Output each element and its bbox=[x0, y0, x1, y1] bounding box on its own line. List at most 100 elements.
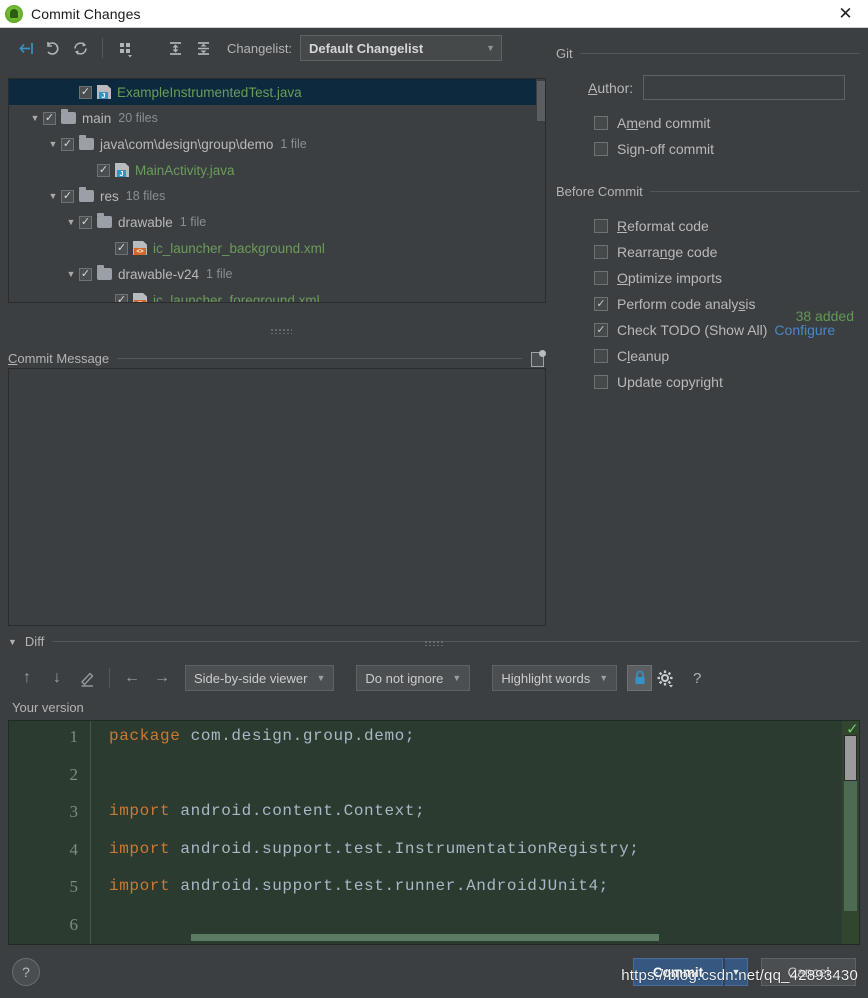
tree-row-name: main bbox=[82, 110, 112, 126]
show-diff-icon[interactable] bbox=[10, 35, 38, 61]
commit-button[interactable]: Commit bbox=[633, 958, 723, 986]
reformat-code-checkbox[interactable]: Reformat code bbox=[594, 213, 860, 239]
tree-row[interactable]: ✓ ic_launcher_foreground.xml bbox=[9, 287, 545, 302]
update-copyright-checkbox[interactable]: Update copyright bbox=[594, 369, 860, 395]
commit-message-header: Commit Message bbox=[8, 350, 546, 367]
configure-link[interactable]: Configure bbox=[774, 322, 835, 338]
tree-row-name: drawable bbox=[118, 214, 173, 230]
collapse-all-icon[interactable] bbox=[189, 35, 217, 61]
tree-twisty-icon[interactable]: ▼ bbox=[27, 113, 43, 123]
tree-row-checkbox[interactable]: ✓ bbox=[79, 267, 92, 281]
checkbox-box[interactable] bbox=[594, 116, 608, 130]
changed-files-tree[interactable]: ✓ExampleInstrumentedTest.java▼✓main20 fi… bbox=[8, 78, 546, 303]
checkbox-label: Perform code analysis bbox=[617, 296, 756, 312]
tree-row-checkbox[interactable]: ✓ bbox=[115, 241, 128, 255]
help-button[interactable]: ? bbox=[12, 958, 40, 986]
accept-right-icon[interactable]: → bbox=[147, 664, 177, 692]
tree-row[interactable]: ▼ ✓ drawable-v24 1 file bbox=[9, 261, 545, 287]
optimize-imports-checkbox[interactable]: Optimize imports bbox=[594, 265, 860, 291]
ignore-mode-dropdown[interactable]: Do not ignore ▼ bbox=[356, 665, 471, 691]
message-history-icon[interactable] bbox=[530, 350, 546, 367]
checkbox-box[interactable]: ✓ bbox=[594, 323, 608, 337]
expand-all-icon[interactable] bbox=[161, 35, 189, 61]
tree-row-checkbox[interactable]: ✓ bbox=[61, 137, 74, 151]
viewer-mode-dropdown[interactable]: Side-by-side viewer ▼ bbox=[185, 665, 335, 691]
rearrange-code-checkbox[interactable]: Rearrange code bbox=[594, 239, 860, 265]
code-line: import android.content.Context; bbox=[109, 802, 859, 840]
accept-left-icon[interactable]: ← bbox=[117, 664, 147, 692]
tree-row-count: 1 file bbox=[206, 267, 233, 281]
tree-scrollbar[interactable] bbox=[536, 79, 545, 302]
tree-row-checkbox[interactable]: ✓ bbox=[115, 293, 128, 302]
tree-row[interactable]: ✓ ExampleInstrumentedTest.java bbox=[9, 79, 545, 105]
tree-row-checkbox[interactable]: ✓ bbox=[79, 215, 92, 229]
tree-row-checkbox[interactable]: ✓ bbox=[43, 111, 56, 125]
tree-row-checkbox[interactable]: ✓ bbox=[61, 189, 74, 203]
tree-row-count: 1 file bbox=[179, 215, 207, 229]
perform-code-analysis-checkbox[interactable]: ✓ Perform code analysis bbox=[594, 291, 860, 317]
highlight-mode-dropdown[interactable]: Highlight words ▼ bbox=[492, 665, 618, 691]
check-todo-checkbox[interactable]: ✓ Check TODO (Show All) Configure bbox=[594, 317, 860, 343]
diff-splitter-grip[interactable] bbox=[424, 640, 444, 646]
diff-toolbar: ↑ ↓ ← → Side-by-side viewer ▼ Do not ign… bbox=[12, 662, 860, 694]
tree-row-checkbox[interactable]: ✓ bbox=[97, 163, 110, 177]
commit-dropdown-button[interactable]: ▼ bbox=[724, 958, 748, 986]
checkbox-box[interactable] bbox=[594, 349, 608, 363]
editor-scrollbar[interactable]: ✓ bbox=[842, 721, 859, 944]
tree-twisty-icon[interactable]: ▼ bbox=[45, 191, 61, 201]
changelist-dropdown[interactable]: Default Changelist ▼ bbox=[300, 35, 503, 61]
line-number-gutter: 1 2 3 4 5 6 bbox=[9, 721, 91, 944]
before-commit-checkbox-list: Reformat code Rearrange code Optimize impo… bbox=[556, 213, 860, 395]
amend-commit-checkbox[interactable]: Amend commit bbox=[594, 110, 860, 136]
lock-icon[interactable] bbox=[627, 665, 653, 691]
tree-row[interactable]: ▼ ✓ main 20 files bbox=[9, 105, 545, 131]
tree-row[interactable]: ✓ MainActivity.java bbox=[9, 157, 545, 183]
checkbox-box[interactable]: ✓ bbox=[594, 297, 608, 311]
scrollbar-track bbox=[844, 781, 857, 911]
cleanup-checkbox[interactable]: Cleanup bbox=[594, 343, 860, 369]
your-version-label: Your version bbox=[12, 700, 84, 715]
splitter-grip[interactable] bbox=[270, 328, 292, 334]
code-text: com.design.group.demo; bbox=[180, 727, 416, 745]
checkbox-box[interactable] bbox=[594, 219, 608, 233]
checkbox-label: Sign-off commit bbox=[617, 141, 715, 157]
scrollbar-thumb[interactable] bbox=[844, 735, 857, 781]
horizontal-scrollbar[interactable] bbox=[191, 934, 659, 941]
tree-twisty-icon[interactable]: ▼ bbox=[45, 139, 61, 149]
code-content[interactable]: package com.design.group.demo; import and… bbox=[91, 721, 859, 944]
tree-twisty-icon[interactable]: ▼ bbox=[63, 217, 79, 227]
refresh-icon[interactable] bbox=[66, 35, 94, 61]
line-number: 4 bbox=[69, 839, 79, 859]
toolbar-divider bbox=[109, 668, 110, 688]
previous-difference-icon[interactable]: ↑ bbox=[12, 664, 42, 692]
before-commit-group-title: Before Commit bbox=[556, 184, 643, 199]
diff-help-icon[interactable]: ? bbox=[684, 665, 710, 691]
tree-row[interactable]: ▼ ✓ drawable 1 file bbox=[9, 209, 545, 235]
diff-code-editor[interactable]: 1 2 3 4 5 6 package com.design.group.demo; imp… bbox=[8, 720, 860, 945]
checkbox-box[interactable] bbox=[594, 142, 608, 156]
group-by-icon[interactable] bbox=[111, 35, 139, 61]
before-commit-group-header: Before Commit bbox=[556, 184, 860, 199]
tree-row-checkbox[interactable]: ✓ bbox=[79, 85, 92, 99]
edit-icon[interactable] bbox=[72, 664, 102, 692]
revert-icon[interactable] bbox=[38, 35, 66, 61]
sign-off-commit-checkbox[interactable]: Sign-off commit bbox=[594, 136, 860, 162]
close-icon[interactable]: ✕ bbox=[823, 0, 868, 28]
xml-file-icon bbox=[133, 293, 147, 302]
checkbox-box[interactable] bbox=[594, 245, 608, 259]
checkbox-label: Optimize imports bbox=[617, 270, 723, 286]
commit-message-input[interactable] bbox=[8, 368, 546, 626]
tree-row[interactable]: ▼ ✓ java\com\design\group\demo 1 file bbox=[9, 131, 545, 157]
tree-row[interactable]: ▼ ✓ res 18 files bbox=[9, 183, 545, 209]
checkbox-box[interactable] bbox=[594, 375, 608, 389]
cancel-button[interactable]: Cancel bbox=[761, 958, 856, 986]
tree-row[interactable]: ✓ ic_launcher_background.xml bbox=[9, 235, 545, 261]
chevron-down-icon: ▼ bbox=[486, 43, 496, 53]
gear-icon[interactable] bbox=[652, 665, 678, 691]
viewer-mode-value: Side-by-side viewer bbox=[194, 670, 308, 686]
tree-twisty-icon[interactable]: ▼ bbox=[63, 269, 79, 279]
checkbox-box[interactable] bbox=[594, 271, 608, 285]
next-difference-icon[interactable]: ↓ bbox=[42, 664, 72, 692]
author-field[interactable] bbox=[643, 75, 846, 100]
